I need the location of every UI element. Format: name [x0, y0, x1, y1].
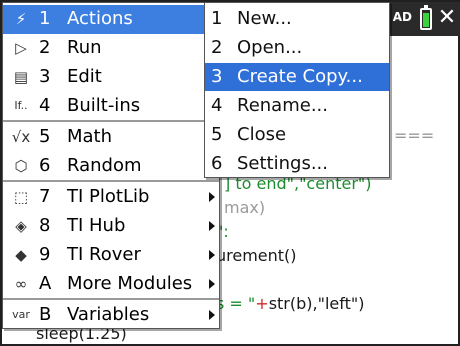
submenu-arrow-icon — [209, 192, 215, 202]
submenu-item-key: 6 — [211, 153, 223, 174]
random-icon: ⬡ — [14, 157, 28, 175]
submenu-item-key: 1 — [211, 8, 223, 29]
submenu-item-key: 5 — [211, 124, 223, 145]
submenu-item-label: Open... — [237, 37, 303, 58]
menu-item-edit[interactable]: ▤ 3 Edit — [3, 63, 219, 92]
menu-item-math[interactable]: √x 5 Math — [3, 123, 219, 152]
status-text: AD — [392, 10, 412, 24]
menu-item-ti-plotlib[interactable]: ⬚ 7 TI PlotLib — [3, 183, 219, 212]
menu-item-run[interactable]: ▷ 2 Run — [3, 34, 219, 63]
menu-item-ti-rover[interactable]: ◆ 9 TI Rover — [3, 241, 219, 270]
menu-item-key: 6 — [39, 155, 51, 176]
menu-item-label: Actions — [67, 8, 133, 29]
rover-icon: ◆ — [15, 246, 27, 264]
submenu-item-key: 2 — [211, 37, 223, 58]
submenu-item-open[interactable]: 2 Open... — [205, 34, 389, 62]
submenu-item-label: Rename... — [237, 95, 328, 116]
menu-item-key: 5 — [39, 126, 51, 147]
menu-item-label: TI PlotLib — [67, 186, 150, 207]
code-line[interactable]: max) — [224, 198, 265, 217]
menu-item-key: B — [39, 304, 52, 325]
menu-item-key: 2 — [39, 37, 51, 58]
submenu-item-close[interactable]: 5 Close — [205, 121, 389, 149]
submenu-arrow-icon — [209, 221, 215, 231]
menu-item-label: Math — [67, 126, 113, 147]
menu-item-actions[interactable]: ⚡ 1 Actions — [3, 5, 219, 34]
main-menu: ⚡ 1 Actions ▷ 2 Run ▤ 3 Edit If.. 4 Built-ins √x 5 Mat… — [2, 2, 220, 329]
menu-item-more-modules[interactable]: ∞ A More Modules — [3, 270, 219, 299]
menu-item-label: More Modules — [67, 273, 193, 294]
builtins-icon: If.. — [14, 99, 28, 112]
close-icon[interactable]: ✕ — [436, 6, 458, 30]
menu-item-label: TI Rover — [67, 244, 141, 265]
actions-submenu: 1 New... 2 Open... 3 Create Copy... 4 Rename...… — [204, 2, 390, 178]
battery-icon — [420, 5, 432, 30]
submenu-item-create-copy[interactable]: 3 Create Copy... — [205, 63, 389, 91]
submenu-arrow-icon — [209, 310, 215, 320]
submenu-item-label: New... — [237, 8, 292, 29]
hub-icon: ◈ — [15, 217, 27, 235]
menu-item-key: 9 — [39, 244, 51, 265]
code-line[interactable]: === — [394, 126, 434, 145]
variables-icon: var — [12, 308, 30, 321]
menu-item-key: 1 — [39, 8, 51, 29]
submenu-item-label: Settings... — [237, 153, 328, 174]
run-icon: ▷ — [15, 39, 27, 57]
submenu-item-new[interactable]: 1 New... — [205, 5, 389, 33]
menu-item-label: Built-ins — [67, 95, 141, 116]
menu-item-random[interactable]: ⬡ 6 Random — [3, 152, 219, 181]
menu-item-label: Variables — [67, 304, 150, 325]
menu-item-label: Run — [67, 37, 102, 58]
menu-item-built-ins[interactable]: If.. 4 Built-ins — [3, 92, 219, 121]
menu-item-key: A — [39, 273, 52, 294]
submenu-arrow-icon — [209, 279, 215, 289]
menu-item-label: TI Hub — [67, 215, 126, 236]
menu-item-variables[interactable]: var B Variables — [3, 301, 219, 330]
submenu-item-rename[interactable]: 4 Rename... — [205, 92, 389, 120]
plotlib-icon: ⬚ — [13, 188, 29, 206]
submenu-arrow-icon — [209, 250, 215, 260]
submenu-item-label: Create Copy... — [237, 66, 363, 87]
edit-icon: ▤ — [13, 68, 29, 86]
math-icon: √x — [11, 128, 31, 146]
menu-item-label: Edit — [67, 66, 102, 87]
modules-icon: ∞ — [14, 275, 28, 293]
submenu-item-key: 4 — [211, 95, 223, 116]
menu-item-key: 4 — [39, 95, 51, 116]
menu-item-key: 7 — [39, 186, 51, 207]
submenu-item-settings[interactable]: 6 Settings... — [205, 150, 389, 178]
actions-icon: ⚡ — [15, 10, 27, 28]
menu-item-label: Random — [67, 155, 142, 176]
code-line[interactable]: s = "+str(b),"left") — [216, 294, 364, 313]
menu-item-key: 8 — [39, 215, 51, 236]
submenu-item-label: Close — [237, 124, 287, 145]
code-line[interactable]: urement() — [216, 246, 297, 265]
menu-item-ti-hub[interactable]: ◈ 8 TI Hub — [3, 212, 219, 241]
submenu-item-key: 3 — [211, 66, 223, 87]
menu-item-key: 3 — [39, 66, 51, 87]
